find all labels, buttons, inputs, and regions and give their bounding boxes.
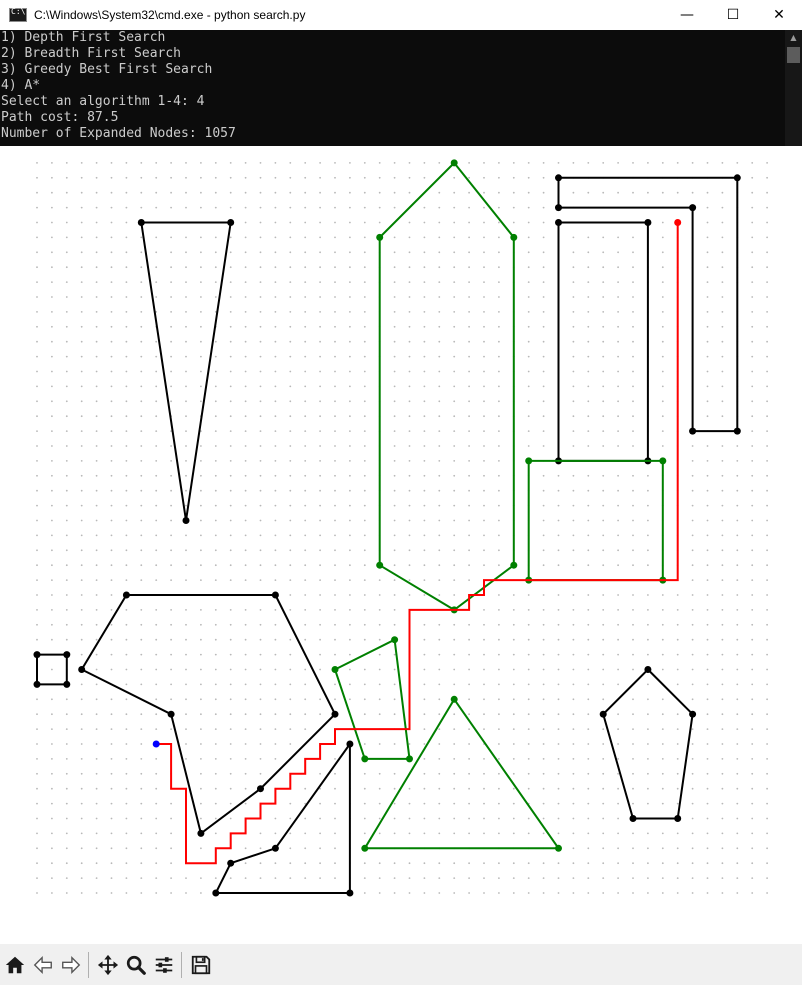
sliders-icon <box>155 956 173 973</box>
obstacle-vertex-5-1 <box>271 591 279 599</box>
obstacle-vertex-5-3 <box>257 785 264 793</box>
obstacle-vertex-6-3 <box>33 680 41 688</box>
obstacle-vertex-0-0 <box>137 219 145 226</box>
back-button[interactable] <box>30 952 56 978</box>
toolbar-separator <box>181 951 182 978</box>
obstacle-vertex-4-1 <box>659 457 667 465</box>
forward-button[interactable] <box>58 952 84 978</box>
console-line-astar: 4) A* <box>1 78 41 93</box>
scroll-up-arrow-icon[interactable]: ▲ <box>785 30 802 46</box>
obstacle-vertex-5-0 <box>122 591 130 599</box>
obstacle-vertex-4-0 <box>525 457 533 465</box>
obstacle-vertex-8-0 <box>346 740 354 748</box>
obstacle-polygon-1 <box>378 161 515 612</box>
toolbar-separator <box>88 951 89 978</box>
obstacle-vertex-7-2 <box>406 755 413 763</box>
obstacle-vertex-2-1 <box>733 174 741 182</box>
save-button[interactable] <box>188 952 214 978</box>
console-line-path-cost: Path cost: 87.5 <box>1 110 119 125</box>
obstacle-vertex-10-0 <box>644 666 652 673</box>
obstacle-vertex-8-3 <box>212 889 220 897</box>
console-output[interactable]: 1) Depth First Search 2) Breadth First S… <box>0 30 802 146</box>
magnifier-icon <box>126 955 146 975</box>
search-plot[interactable] <box>0 148 802 944</box>
arrow-right-icon <box>62 955 81 974</box>
obstacle-vertex-10-3 <box>629 815 637 822</box>
zoom-button[interactable] <box>123 952 149 978</box>
console-line-greedy: 3) Greedy Best First Search <box>1 62 213 77</box>
maximize-button[interactable]: ☐ <box>710 0 756 30</box>
obstacle-vertex-1-0 <box>376 233 384 241</box>
pan-button[interactable] <box>95 952 121 978</box>
obstacle-vertex-8-4 <box>346 889 354 897</box>
obstacle-vertex-1-5 <box>376 561 384 569</box>
obstacle-vertex-5-5 <box>167 710 175 718</box>
move-icon <box>97 954 119 975</box>
obstacle-vertex-2-5 <box>555 204 562 212</box>
minimize-button[interactable]: — <box>664 0 710 30</box>
obstacle-polygon-7 <box>333 638 411 760</box>
obstacle-polygon-4 <box>527 459 664 582</box>
obstacle-vertex-0-1 <box>227 219 235 226</box>
scroll-thumb[interactable] <box>787 47 800 63</box>
floppy-disk-icon <box>191 955 211 974</box>
arrow-left-icon <box>33 955 52 974</box>
window-title: C:\Windows\System32\cmd.exe - python sea… <box>34 8 306 22</box>
goal-point <box>674 219 682 226</box>
console-line-expanded-nodes: Number of Expanded Nodes: 1057 <box>1 126 236 141</box>
obstacle-vertex-2-0 <box>555 174 562 182</box>
plot-figure <box>0 148 802 944</box>
maximize-icon: ☐ <box>726 7 740 23</box>
obstacle-polygon-5 <box>80 594 337 836</box>
obstacle-vertex-5-6 <box>78 666 86 673</box>
cmd-app-icon <box>9 7 27 22</box>
obstacle-vertex-10-4 <box>599 710 607 718</box>
close-icon: ✕ <box>773 7 785 23</box>
obstacle-vertex-9-1 <box>555 844 562 852</box>
obstacle-vertex-10-1 <box>689 710 697 718</box>
obstacle-vertex-2-4 <box>689 204 697 212</box>
obstacle-vertex-0-2 <box>182 517 190 524</box>
obstacle-vertex-1-2 <box>510 233 518 241</box>
obstacle-vertex-8-1 <box>271 844 279 852</box>
obstacle-vertex-9-2 <box>361 844 369 852</box>
obstacle-vertex-2-2 <box>733 427 741 435</box>
title-bar: C:\Windows\System32\cmd.exe - python sea… <box>0 0 802 31</box>
obstacle-vertex-7-0 <box>331 666 339 673</box>
grid-points <box>36 162 768 894</box>
home-button[interactable] <box>2 952 28 978</box>
navigation-toolbar <box>0 944 802 985</box>
obstacle-vertex-6-0 <box>33 651 41 659</box>
obstacle-vertex-2-3 <box>689 427 697 435</box>
console-line-bfs: 2) Breadth First Search <box>1 46 182 61</box>
obstacle-vertex-3-1 <box>644 219 652 226</box>
obstacle-vertex-8-2 <box>227 859 235 867</box>
start-point <box>152 740 160 748</box>
obstacle-vertex-1-3 <box>510 561 518 569</box>
configure-subplots-button[interactable] <box>151 952 177 978</box>
obstacle-vertex-3-0 <box>555 219 562 226</box>
obstacle-vertex-1-1 <box>450 159 458 167</box>
obstacle-vertex-7-1 <box>391 636 399 644</box>
home-icon <box>5 956 25 973</box>
obstacle-vertex-5-4 <box>197 829 205 837</box>
solution-path-line <box>156 222 679 865</box>
obstacle-vertex-9-0 <box>450 695 458 703</box>
obstacle-vertex-10-2 <box>674 815 682 822</box>
obstacle-vertex-7-3 <box>361 755 369 763</box>
obstacle-vertex-6-1 <box>63 651 71 659</box>
console-line-dfs: 1) Depth First Search <box>1 30 166 45</box>
obstacle-vertex-6-2 <box>63 680 71 688</box>
close-button[interactable]: ✕ <box>756 0 802 30</box>
console-scrollbar[interactable]: ▲ <box>785 30 802 146</box>
minimize-icon: — <box>680 7 694 23</box>
console-line-selection: Select an algorithm 1-4: 4 <box>1 94 205 109</box>
obstacle-vertex-5-2 <box>331 710 339 718</box>
